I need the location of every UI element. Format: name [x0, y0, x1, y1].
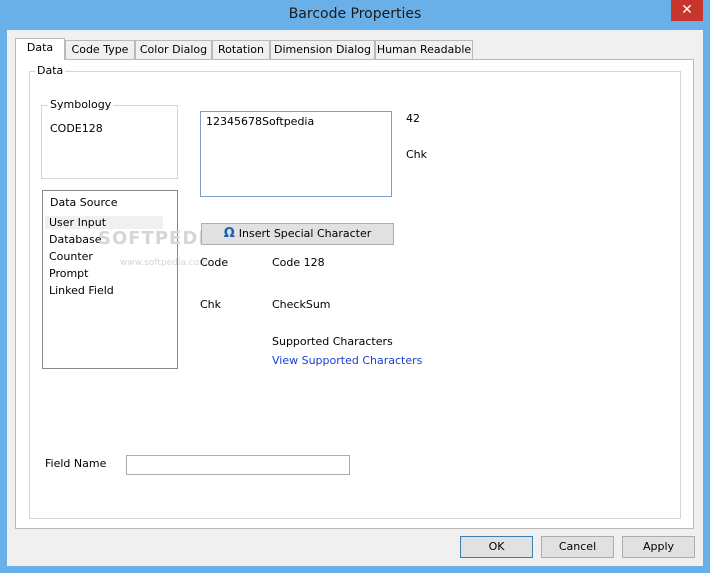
ok-button[interactable]: OK	[460, 536, 533, 558]
chk-label: Chk	[200, 298, 222, 311]
symbology-label: Symbology	[48, 98, 114, 111]
dialog-client: Data Code Type Color Dialog Rotation Dim…	[7, 30, 703, 566]
code-value: Code 128	[272, 256, 325, 269]
softpedia-watermark-url: www.softpedia.com	[120, 258, 208, 268]
tab-human-readable[interactable]: Human Readable	[375, 40, 473, 59]
list-item-linked-field[interactable]: Linked Field	[49, 284, 114, 297]
data-length-value: 42	[406, 112, 420, 125]
supported-characters-label: Supported Characters	[272, 335, 393, 348]
close-icon: ✕	[681, 2, 693, 18]
chk-indicator-label: Chk	[406, 148, 428, 161]
list-item-database[interactable]: Database	[49, 233, 102, 246]
insert-special-character-button[interactable]: Ω Insert Special Character	[201, 223, 394, 245]
title-bar[interactable]: Barcode Properties ✕	[0, 0, 710, 30]
tab-rotation[interactable]: Rotation	[212, 40, 270, 59]
cancel-button[interactable]: Cancel	[541, 536, 614, 558]
dialog-window: Barcode Properties ✕ Data Code Type Colo…	[0, 0, 710, 573]
data-source-list[interactable]: Data Source User Input Database Counter …	[42, 190, 178, 369]
checksum-value: CheckSum	[272, 298, 331, 311]
tab-code-type[interactable]: Code Type	[65, 40, 135, 59]
apply-button[interactable]: Apply	[622, 536, 695, 558]
tab-dimension-dialog[interactable]: Dimension Dialog	[270, 40, 375, 59]
barcode-data-value: 12345678Softpedia	[206, 115, 315, 128]
view-supported-characters-link[interactable]: View Supported Characters	[272, 354, 422, 367]
data-group-label: Data	[35, 64, 66, 77]
field-name-label: Field Name	[45, 457, 107, 470]
tab-page-data: Data Symbology CODE128 Data Source User …	[15, 59, 694, 529]
list-item-counter[interactable]: Counter	[49, 250, 93, 263]
window-title: Barcode Properties	[288, 6, 422, 22]
field-name-input[interactable]	[126, 455, 350, 475]
close-button[interactable]: ✕	[671, 0, 703, 21]
symbology-groupbox	[41, 105, 178, 179]
omega-icon: Ω	[223, 226, 235, 241]
code-label: Code	[200, 256, 229, 269]
barcode-data-textarea[interactable]: 12345678Softpedia	[200, 111, 392, 197]
tab-data[interactable]: Data	[15, 38, 65, 60]
symbology-value: CODE128	[50, 122, 103, 135]
tab-color-dialog[interactable]: Color Dialog	[135, 40, 212, 59]
list-item-prompt[interactable]: Prompt	[49, 267, 88, 280]
insert-special-character-label: Insert Special Character	[238, 227, 372, 240]
data-source-header: Data Source	[50, 196, 118, 209]
